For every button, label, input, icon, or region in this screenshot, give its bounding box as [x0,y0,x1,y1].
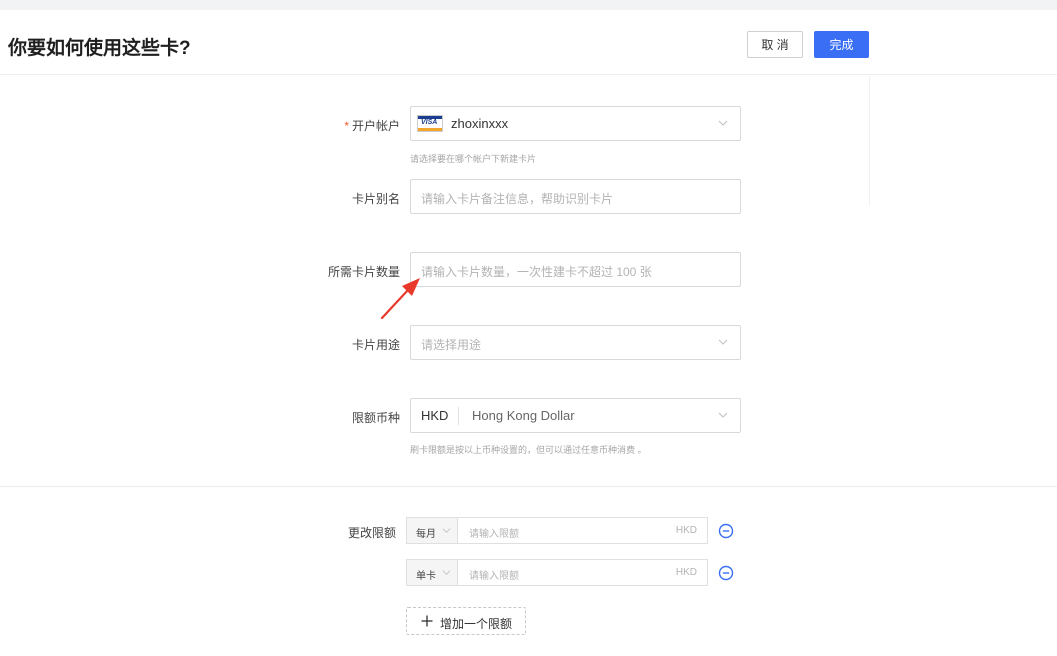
currency-label: 限额币种 [351,411,400,425]
quantity-placeholder: 请输入卡片数量，一次性建卡不超过 100 张 [421,265,652,279]
limit-row: 每月 请输入限额 HKD [406,517,708,544]
limit-period-select[interactable]: 单卡 [407,560,458,585]
limit-row: 单卡 请输入限额 HKD [406,559,708,586]
currency-code: HKD [421,408,449,423]
top-strip [0,0,1057,10]
chevron-down-icon [718,412,728,418]
currency-separator [458,407,459,425]
panel-edge [860,76,870,206]
add-limit-label: 增加一个限额 [440,617,513,631]
page-title: 你要如何使用这些卡? [8,38,191,59]
limit-currency: HKD [675,525,697,536]
currency-hint: 刷卡限额是按以上币种设置的，但可以通过任意币种消费 。 [410,445,647,455]
page-header: 你要如何使用这些卡? 取 消 完成 [0,10,1057,75]
limit-period-label: 每月 [416,529,436,540]
quantity-input[interactable]: 请输入卡片数量，一次性建卡不超过 100 张 [410,252,741,287]
currency-name: Hong Kong Dollar [472,408,575,423]
account-label: * 开户帐户 [344,119,400,133]
account-hint: 请选择要在哪个帐户下新建卡片 [410,154,537,164]
section-divider [0,486,1057,487]
add-limit-button[interactable]: 增加一个限额 [406,607,526,635]
chevron-down-icon [718,339,728,345]
account-value: zhoxinxxx [451,116,509,131]
limit-amount-input[interactable]: 请输入限额 [469,567,519,582]
chevron-down-icon [718,120,728,126]
limit-period-label: 单卡 [416,571,436,582]
alias-placeholder: 请输入卡片备注信息，帮助识别卡片 [421,192,614,206]
alias-label: 卡片别名 [351,192,400,206]
limits-label: 更改限额 [347,526,396,540]
required-mark: * [344,119,349,133]
limit-currency: HKD [675,567,697,578]
purpose-placeholder: 请选择用途 [421,338,482,352]
cancel-button[interactable]: 取 消 [747,31,803,58]
limit-period-select[interactable]: 每月 [407,518,458,543]
visa-card-icon: VISA [417,115,443,132]
annotation-arrow [380,278,420,320]
currency-select[interactable]: HKD Hong Kong Dollar [410,398,741,433]
account-select[interactable]: VISA zhoxinxxx [410,106,741,141]
chevron-down-icon [442,570,451,575]
done-button[interactable]: 完成 [814,31,869,58]
purpose-select[interactable]: 请选择用途 [410,325,741,360]
plus-icon [421,615,433,627]
minus-circle-icon[interactable] [718,565,734,581]
purpose-label: 卡片用途 [351,338,400,352]
chevron-down-icon [442,528,451,533]
limit-amount-input[interactable]: 请输入限额 [469,525,519,540]
minus-circle-icon[interactable] [718,523,734,539]
alias-input[interactable]: 请输入卡片备注信息，帮助识别卡片 [410,179,741,214]
